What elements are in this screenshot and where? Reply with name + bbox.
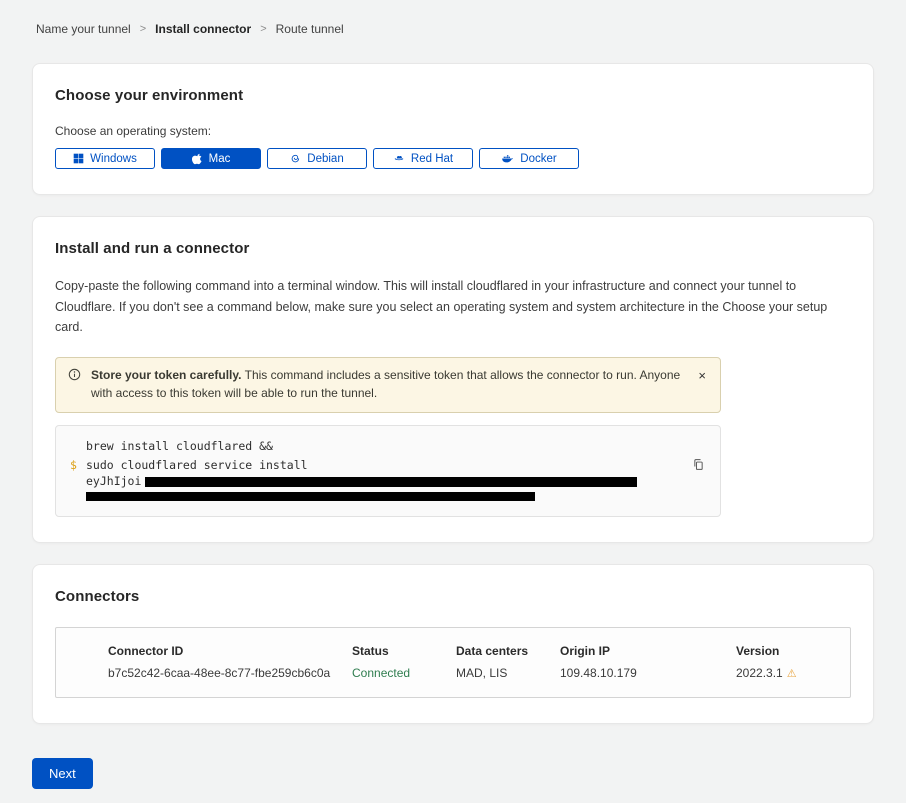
version-value: 2022.3.1 [736,666,783,680]
token-warning-text: Store your token carefully. This command… [91,366,684,403]
os-button-docker[interactable]: Docker [479,148,579,169]
os-button-windows[interactable]: Windows [55,148,155,169]
page: Name your tunnel > Install connector > R… [0,0,906,803]
data-centers-value: MAD, LIS [456,666,560,680]
token-prefix: eyJhIjoi [86,475,141,488]
column-header-status: Status [352,644,456,658]
info-circle-icon [68,368,81,403]
column-header-origin-ip: Origin IP [560,644,736,658]
install-command-block: brew install cloudflared && $ sudo cloud… [55,425,721,517]
connectors-card: Connectors Connector ID Status Data cent… [32,564,874,724]
debian-logo-icon [290,153,301,164]
copy-icon[interactable] [690,456,707,476]
docker-logo-icon [501,153,514,164]
os-button-group: Windows Mac Debian Red Hat [55,148,851,169]
connectors-table: Connector ID Status Data centers Origin … [55,627,851,698]
redacted-token-bar [145,477,637,487]
install-connector-card: Install and run a connector Copy-paste t… [32,216,874,543]
column-header-data-centers: Data centers [456,644,560,658]
shell-prompt: $ [70,456,86,475]
next-button[interactable]: Next [32,758,93,789]
breadcrumb-item-route-tunnel[interactable]: Route tunnel [276,22,344,36]
connector-id-value: b7c52c42-6caa-48ee-8c77-fbe259cb6c0a [108,666,352,680]
table-header-row: Connector ID Status Data centers Origin … [108,628,850,658]
prompt-gutter [70,437,86,456]
breadcrumb-separator: > [140,23,146,35]
os-button-debian[interactable]: Debian [267,148,367,169]
install-description: Copy-paste the following command into a … [55,276,851,338]
os-button-label: Docker [520,153,556,165]
command-line: brew install cloudflared && [70,437,706,456]
column-header-connector-id: Connector ID [108,644,352,658]
warning-triangle-icon: ⚠ [787,668,797,680]
os-select-label: Choose an operating system: [55,124,851,138]
os-button-label: Mac [209,153,231,165]
origin-ip-value: 109.48.10.179 [560,666,736,680]
close-icon[interactable]: × [694,366,710,385]
command-line: $ sudo cloudflared service install [70,456,706,475]
table-row: b7c52c42-6caa-48ee-8c77-fbe259cb6c0a Con… [108,658,850,697]
status-badge: Connected [352,666,456,680]
token-warning-alert: Store your token carefully. This command… [55,357,721,413]
windows-logo-icon [73,153,84,164]
breadcrumb-item-install-connector[interactable]: Install connector [155,22,251,36]
token-line [86,489,706,503]
install-card-title: Install and run a connector [55,240,851,257]
os-button-redhat[interactable]: Red Hat [373,148,473,169]
apple-logo-icon [192,153,203,165]
token-warning-title: Store your token carefully. [91,368,242,382]
column-header-version: Version [736,644,850,658]
command-text: sudo cloudflared service install [86,456,308,475]
connectors-card-title: Connectors [55,588,851,605]
breadcrumb-item-name-your-tunnel[interactable]: Name your tunnel [36,22,131,36]
os-button-label: Windows [90,153,137,165]
environment-card-title: Choose your environment [55,87,851,104]
token-line: eyJhIjoi [70,475,706,488]
redacted-token-bar [86,492,535,501]
os-button-label: Debian [307,153,343,165]
version-cell: 2022.3.1 ⚠ [736,666,850,680]
command-text: brew install cloudflared && [86,437,273,456]
breadcrumb-separator: > [260,23,266,35]
os-button-mac[interactable]: Mac [161,148,261,169]
os-button-label: Red Hat [411,153,453,165]
breadcrumb: Name your tunnel > Install connector > R… [32,22,874,36]
redhat-logo-icon [393,153,405,164]
environment-card: Choose your environment Choose an operat… [32,63,874,195]
